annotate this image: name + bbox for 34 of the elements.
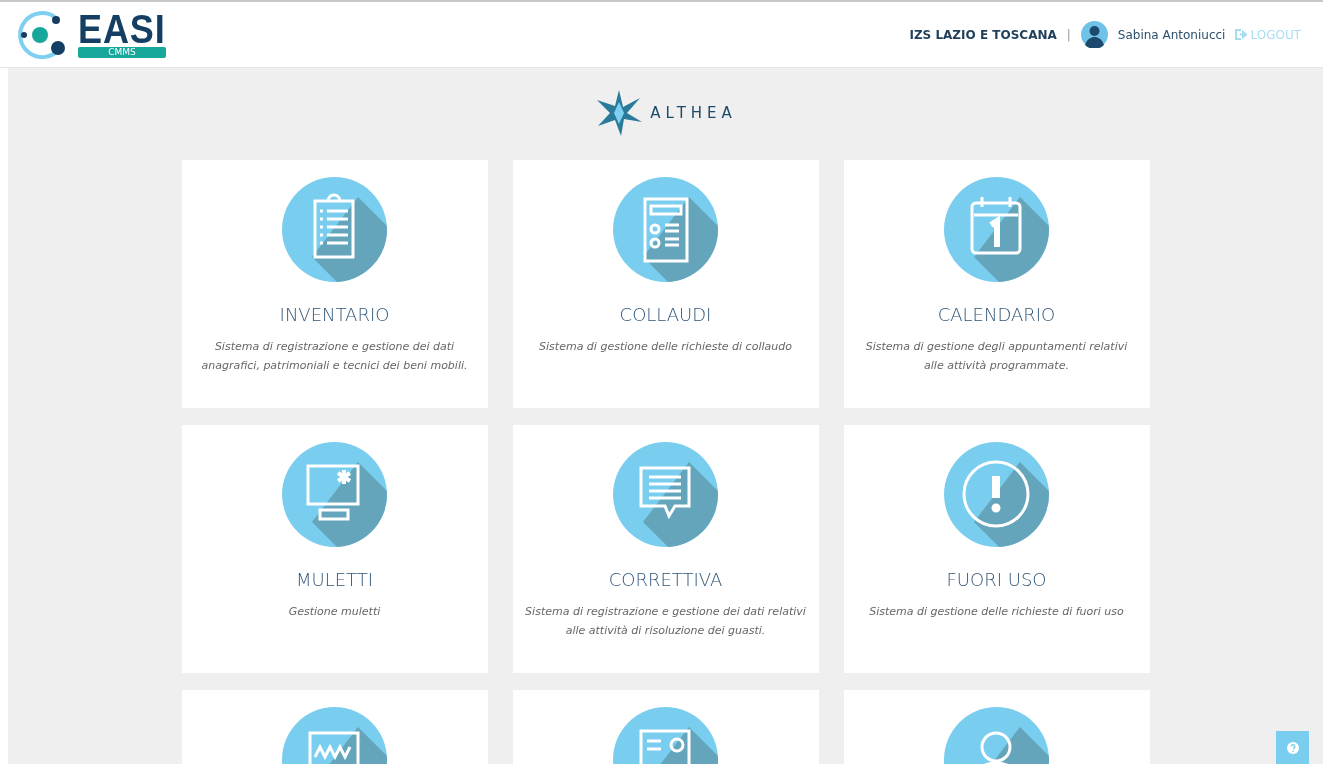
module-card[interactable]: COLLAUDI Sistema di gestione delle richieste di collaudo xyxy=(512,160,819,408)
module-description: Sistema di gestione degli appuntamenti relativi alle attività programmate. xyxy=(864,339,1129,374)
alert-icon xyxy=(944,442,1049,547)
clipboard-icon xyxy=(282,177,387,282)
module-card[interactable]: CORRETTIVA Sistema di registrazione e gestione dei dati relativi alle attività di risoluzione dei guasti. xyxy=(512,425,819,673)
module-title: CALENDARIO xyxy=(937,304,1056,325)
logout-icon xyxy=(1235,29,1248,40)
logo-wordmark: EASI xyxy=(78,11,166,47)
module-card[interactable]: FUORI USO Sistema di gestione delle richieste di fuori uso xyxy=(843,425,1150,673)
comment-icon xyxy=(613,442,718,547)
module-description: Sistema di registrazione e gestione dei dati relativi alle attività di risoluzione dei guasti. xyxy=(524,604,807,639)
help-icon xyxy=(1286,741,1299,754)
module-description: Gestione muletti xyxy=(287,604,382,620)
module-title: CORRETTIVA xyxy=(608,569,723,590)
organization-name: IZS LAZIO E TOSCANA xyxy=(909,27,1057,42)
separator: | xyxy=(1066,27,1071,42)
form-icon xyxy=(613,177,718,282)
user-name: Sabina Antoniucci xyxy=(1117,27,1226,42)
module-title: INVENTARIO xyxy=(279,304,390,325)
module-title: FUORI USO xyxy=(946,569,1047,590)
module-title: COLLAUDI xyxy=(619,304,712,325)
module-title: MULETTI xyxy=(295,569,374,590)
module-card[interactable]: CALENDARIO Sistema di gestione degli appuntamenti relativi alle attività programmate. xyxy=(843,160,1150,408)
module-description: Sistema di gestione delle richieste di fuori uso xyxy=(868,604,1125,620)
logo-tagline: CMMS xyxy=(78,47,166,58)
module-card[interactable]: INVENTARIO Sistema di registrazione e gestione dei dati anagrafici, patrimoniali e tecnici dei beni mobili. xyxy=(181,160,488,408)
brand-name: ALTHEA xyxy=(650,104,737,122)
module-description: Sistema di gestione delle richieste di collaudo xyxy=(538,339,793,355)
module-card[interactable]: MULETTI Gestione muletti xyxy=(181,425,488,673)
help-button[interactable] xyxy=(1276,731,1309,764)
monitor-icon xyxy=(282,442,387,547)
module-description: Sistema di registrazione e gestione dei dati anagrafici, patrimoniali e tecnici dei beni mobili. xyxy=(200,339,469,374)
calendar-icon xyxy=(944,177,1049,282)
avatar-icon xyxy=(1080,21,1108,48)
